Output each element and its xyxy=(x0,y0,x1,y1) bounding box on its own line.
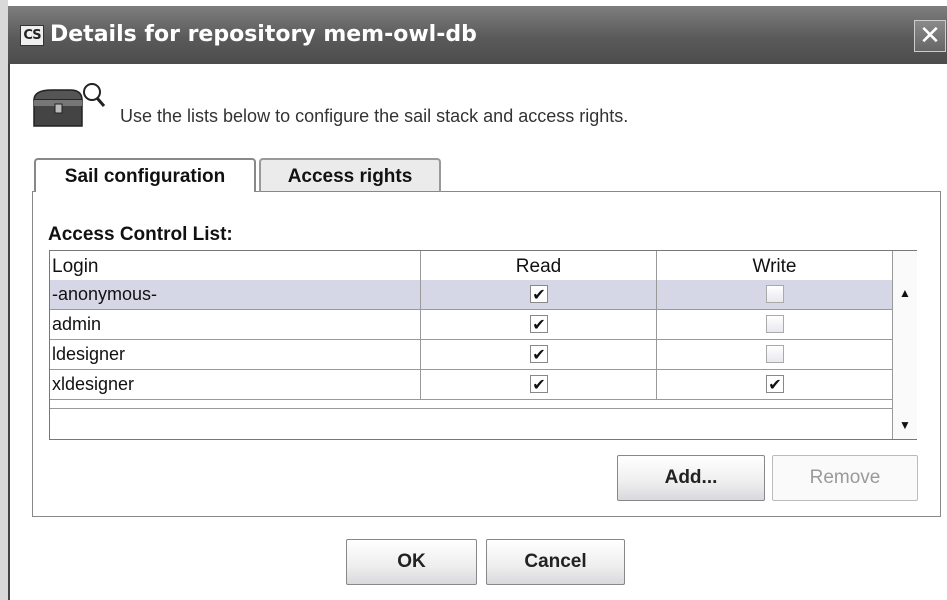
acl-table: Login Read Write -anonymous- ✔ admin ✔ ldesi… xyxy=(49,250,917,440)
table-header: Login Read Write xyxy=(50,251,892,281)
write-checkbox[interactable] xyxy=(766,285,784,303)
write-cell xyxy=(656,340,892,369)
add-button[interactable]: Add... xyxy=(617,455,765,501)
table-row-divider xyxy=(50,408,892,409)
read-checkbox[interactable]: ✔ xyxy=(530,315,548,333)
treasure-chest-magnifier-icon xyxy=(33,83,106,127)
login-cell: xldesigner xyxy=(52,374,135,394)
instruction-text: Use the lists below to configure the sai… xyxy=(120,106,629,126)
write-checkbox[interactable]: ✔ xyxy=(766,375,784,393)
table-row[interactable]: -anonymous- ✔ xyxy=(50,280,892,310)
close-button[interactable]: ✕ xyxy=(914,20,946,52)
tab-sail-configuration[interactable]: Sail configuration xyxy=(34,158,256,192)
read-checkbox[interactable]: ✔ xyxy=(530,375,548,393)
cancel-button[interactable]: Cancel xyxy=(486,539,625,585)
write-cell xyxy=(656,310,892,339)
arrow-up-icon[interactable]: ▲ xyxy=(893,283,917,303)
read-cell: ✔ xyxy=(420,370,656,399)
login-cell: -anonymous- xyxy=(52,284,158,304)
window-left-edge xyxy=(0,0,8,600)
column-header-read[interactable]: Read xyxy=(420,251,656,280)
tab-access-rights[interactable]: Access rights xyxy=(259,158,441,192)
table-row[interactable]: admin ✔ xyxy=(50,310,892,340)
write-cell xyxy=(656,280,892,309)
read-cell: ✔ xyxy=(420,280,656,309)
write-checkbox[interactable] xyxy=(766,345,784,363)
vertical-scrollbar[interactable]: ▲ ▼ xyxy=(892,251,917,439)
table-row[interactable]: ldesigner ✔ xyxy=(50,340,892,370)
read-checkbox[interactable]: ✔ xyxy=(530,285,548,303)
read-cell: ✔ xyxy=(420,310,656,339)
table-row[interactable]: xldesigner ✔ ✔ xyxy=(50,370,892,400)
window-title: Details for repository mem-owl-db xyxy=(50,22,477,47)
arrow-down-icon[interactable]: ▼ xyxy=(893,415,917,435)
window-left-border xyxy=(8,60,10,600)
remove-button[interactable]: Remove xyxy=(772,455,918,501)
write-cell: ✔ xyxy=(656,370,892,399)
title-bar[interactable]: CS Details for repository mem-owl-db ✕ xyxy=(8,6,947,64)
column-header-write[interactable]: Write xyxy=(656,251,892,280)
login-cell: ldesigner xyxy=(52,344,126,364)
write-checkbox[interactable] xyxy=(766,315,784,333)
ok-button[interactable]: OK xyxy=(346,539,477,585)
read-checkbox[interactable]: ✔ xyxy=(530,345,548,363)
acl-label: Access Control List: xyxy=(48,224,233,245)
login-cell: admin xyxy=(52,314,102,334)
read-cell: ✔ xyxy=(420,340,656,369)
cs-app-icon: CS xyxy=(20,25,44,46)
column-header-login[interactable]: Login xyxy=(52,251,420,280)
